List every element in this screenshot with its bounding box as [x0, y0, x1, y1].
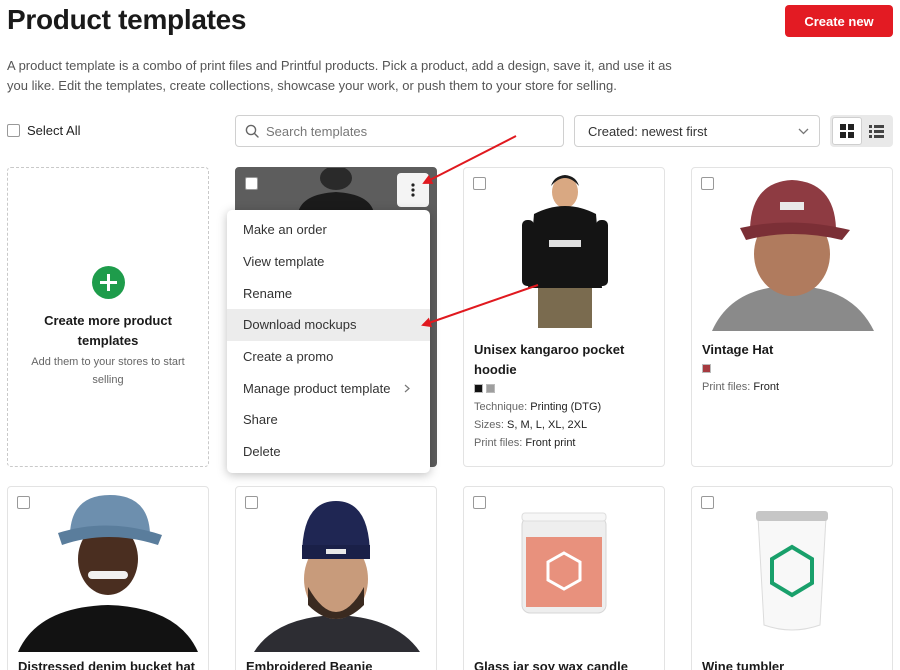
print-files-info: Print files: Front print: [474, 437, 576, 449]
search-input[interactable]: [266, 123, 546, 139]
menu-item-view-template[interactable]: View template: [227, 246, 430, 278]
card-checkbox[interactable]: [17, 496, 30, 509]
checkbox-icon[interactable]: [7, 124, 20, 137]
technique-info: Technique: Printing (DTG): [474, 401, 602, 413]
create-new-button[interactable]: Create new: [785, 5, 893, 37]
search-icon: [245, 124, 259, 138]
menu-item-label: Share: [243, 412, 278, 428]
card-checkbox[interactable]: [473, 496, 486, 509]
product-title: Embroidered Beanie: [246, 659, 373, 670]
color-swatches: [702, 364, 887, 373]
product-title: Unisex kangaroo pocket hoodie: [474, 342, 625, 377]
create-more-card[interactable]: Create more product templates Add them t…: [7, 167, 209, 467]
card-checkbox[interactable]: [701, 177, 714, 190]
product-title: Vintage Hat: [702, 342, 774, 357]
chevron-down-icon: [798, 128, 809, 134]
menu-item-label: Rename: [243, 285, 293, 301]
list-view-button[interactable]: [862, 117, 891, 145]
create-more-title: Create more product templates: [44, 312, 172, 348]
product-card[interactable]: Vintage Hat Print files: Front: [691, 167, 893, 467]
list-view-icon: [868, 124, 884, 138]
color-swatch: [474, 384, 483, 393]
sort-value: Created: newest first: [588, 123, 708, 139]
page-title: Product templates: [7, 4, 247, 35]
product-title: Glass jar soy wax candle: [474, 659, 628, 670]
menu-item-delete[interactable]: Delete: [227, 436, 430, 468]
grid-view-icon: [839, 124, 854, 138]
product-image: [18, 495, 198, 652]
context-menu: Make an order View template Rename Downl…: [227, 210, 430, 473]
color-swatch: [702, 364, 711, 373]
product-title: Wine tumbler: [702, 659, 785, 670]
view-toggle: [830, 115, 893, 147]
menu-item-share[interactable]: Share: [227, 404, 430, 436]
menu-item-label: Delete: [243, 444, 281, 460]
plus-icon: [91, 265, 125, 299]
kebab-menu-icon: [411, 183, 415, 197]
menu-item-create-promo[interactable]: Create a promo: [227, 341, 430, 373]
product-image: [521, 512, 607, 614]
search-box[interactable]: [235, 115, 564, 147]
color-swatches: [474, 384, 659, 393]
sizes-info: Sizes: S, M, L, XL, 2XL: [474, 419, 588, 431]
menu-item-label: Manage product template: [243, 380, 391, 396]
menu-item-label: Make an order: [243, 222, 327, 238]
menu-item-manage-template[interactable]: Manage product template: [227, 372, 430, 404]
product-card[interactable]: Wine tumbler: [691, 486, 893, 670]
menu-item-make-order[interactable]: Make an order: [227, 214, 430, 246]
create-more-subtitle: Add them to your stores to start selling: [31, 355, 185, 386]
product-card[interactable]: Unisex kangaroo pocket hoodie Technique:…: [463, 167, 665, 467]
menu-item-download-mockups[interactable]: Download mockups: [227, 309, 430, 341]
product-card[interactable]: Distressed denim bucket hat: [7, 486, 209, 670]
menu-item-label: View template: [243, 254, 325, 270]
card-checkbox[interactable]: [245, 177, 258, 190]
page-description: A product template is a combo of print f…: [7, 58, 672, 93]
product-image: [712, 180, 874, 331]
product-image: [756, 511, 828, 631]
card-checkbox[interactable]: [473, 177, 486, 190]
product-image: [522, 175, 608, 328]
grid-view-button[interactable]: [832, 117, 862, 145]
menu-item-rename[interactable]: Rename: [227, 277, 430, 309]
product-card[interactable]: Embroidered Beanie: [235, 486, 437, 670]
color-swatch: [486, 384, 495, 393]
card-checkbox[interactable]: [245, 496, 258, 509]
print-files-info: Print files: Front: [702, 381, 780, 393]
sort-select[interactable]: Created: newest first: [574, 115, 820, 147]
chevron-right-icon: [404, 384, 410, 393]
product-card[interactable]: Glass jar soy wax candle: [463, 486, 665, 670]
menu-item-label: Create a promo: [243, 349, 334, 365]
select-all-checkbox[interactable]: Select All: [7, 123, 80, 138]
menu-item-label: Download mockups: [243, 317, 357, 333]
card-checkbox[interactable]: [701, 496, 714, 509]
more-options-button[interactable]: [397, 173, 429, 207]
product-title: Distressed denim bucket hat: [18, 659, 195, 670]
product-image: [254, 501, 420, 652]
select-all-label: Select All: [27, 123, 81, 138]
